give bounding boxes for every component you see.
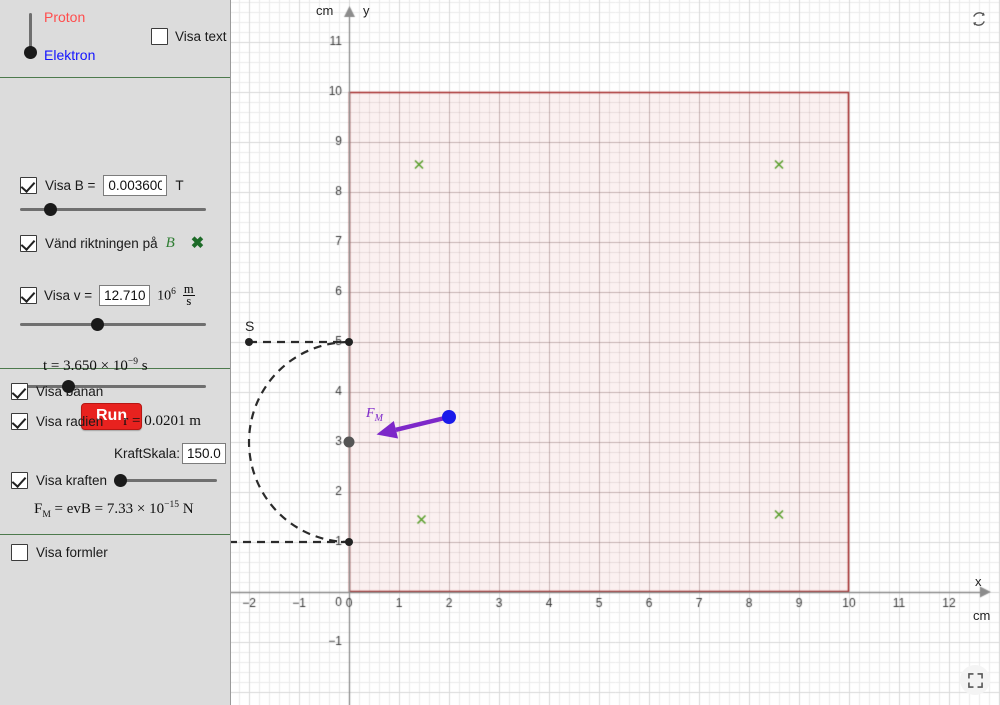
fullscreen-button[interactable]	[960, 665, 990, 695]
b-value-slider[interactable]	[20, 202, 206, 216]
show-path-label: Visa banan	[36, 384, 104, 399]
force-formula-unit: N	[182, 501, 194, 517]
force-formula: FM = evB = 7.33 × 10−15 N	[34, 500, 194, 520]
x-axis-unit-label: cm	[973, 608, 991, 623]
show-radius-label: Visa radien	[36, 414, 104, 429]
slider-track	[20, 323, 206, 326]
cross-icon: ✖	[190, 234, 205, 252]
slider-knob[interactable]	[114, 474, 127, 487]
force-scale-input[interactable]	[182, 443, 227, 464]
panel-formulas: Visa formler	[0, 535, 230, 705]
panel-field-and-motion: Visa B = T Vänd riktningen på B ✖ Visa v…	[0, 78, 230, 430]
slider-knob[interactable]	[24, 46, 37, 59]
v-unit-denominator: s	[186, 294, 192, 308]
y-axis-unit-label: cm	[316, 3, 334, 18]
v-value-input[interactable]	[99, 285, 151, 306]
b-unit-label: T	[175, 178, 184, 193]
label-elektron: Elektron	[44, 47, 96, 63]
graphics-view[interactable]: cm y x cm S FM	[231, 0, 1000, 705]
v-exponent: 106	[157, 286, 176, 304]
force-label-symbol: F	[366, 406, 375, 421]
source-point-label: S	[245, 318, 255, 334]
radius-value: r = 0.0201 m	[123, 413, 201, 429]
plot-layer	[231, 338, 456, 546]
panel-visualization-options: Visa banan Visa radien r = 0.0201 m Kraf…	[0, 369, 230, 535]
force-scale-label: KraftSkala:	[114, 446, 181, 461]
slider-track	[114, 479, 217, 482]
force-label-sub: M	[374, 413, 383, 424]
slider-knob[interactable]	[44, 203, 57, 216]
show-b-checkbox[interactable]	[20, 177, 37, 194]
show-radius-checkbox[interactable]	[11, 413, 28, 430]
show-text-label: Visa text	[175, 29, 227, 44]
v-exponent-value: 6	[171, 286, 176, 297]
show-path-checkbox[interactable]	[11, 383, 28, 400]
reverse-b-checkbox[interactable]	[20, 235, 37, 252]
v-value-slider[interactable]	[20, 317, 206, 331]
force-formula-exponent: −15	[164, 500, 179, 510]
particle-type-slider[interactable]	[24, 13, 37, 59]
show-formulas-label: Visa formler	[36, 545, 108, 560]
time-exponent: −9	[127, 357, 138, 367]
force-scale-slider[interactable]	[114, 473, 217, 487]
b-value-input[interactable]	[103, 175, 168, 196]
x-axis-name-label: x	[975, 574, 982, 589]
reset-view-button[interactable]	[966, 6, 992, 32]
show-v-label: Visa v =	[44, 288, 93, 303]
label-proton: Proton	[44, 9, 86, 25]
show-v-checkbox[interactable]	[20, 287, 37, 304]
b-symbol: B	[165, 235, 175, 251]
force-formula-sub: M	[42, 510, 51, 520]
show-text-checkbox[interactable]	[151, 28, 168, 45]
v-unit: m s	[182, 283, 195, 308]
show-b-label: Visa B =	[45, 178, 96, 193]
show-force-label: Visa kraften	[36, 473, 108, 488]
force-vector-label: FM	[366, 406, 383, 424]
show-formulas-checkbox[interactable]	[11, 544, 28, 561]
panel-particle-select: Proton Elektron Visa text	[0, 0, 230, 78]
reverse-b-label: Vänd riktningen på	[45, 236, 158, 251]
refresh-icon	[973, 12, 985, 26]
force-formula-body: = evB = 7.33 × 10	[50, 501, 165, 517]
control-sidebar: Proton Elektron Visa text Visa B = T	[0, 0, 231, 705]
y-axis-name-label: y	[363, 3, 370, 18]
slider-knob[interactable]	[91, 318, 104, 331]
show-force-checkbox[interactable]	[11, 472, 28, 489]
fullscreen-icon	[967, 672, 983, 688]
